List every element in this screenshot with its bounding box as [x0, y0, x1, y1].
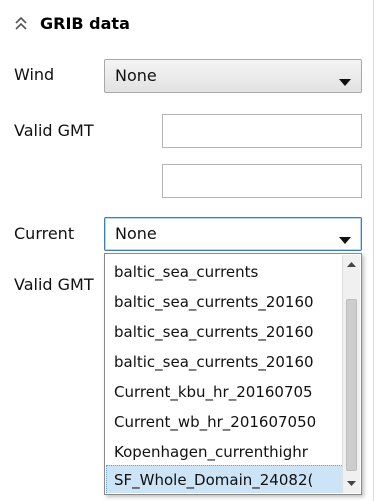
- chevron-double-up-icon[interactable]: [14, 16, 28, 32]
- list-item[interactable]: baltic_sea_currents_20160: [106, 347, 344, 377]
- list-item[interactable]: baltic_sea_currents: [106, 257, 344, 287]
- dropdown-scrollbar[interactable]: [342, 255, 360, 493]
- list-item[interactable]: Kopenhagen_currenthighr: [106, 437, 344, 467]
- list-item[interactable]: Current_kbu_hr_20160705: [106, 377, 344, 407]
- wind-valid-gmt-label: Valid GMT: [14, 121, 94, 140]
- chevron-down-icon: [339, 72, 351, 86]
- wind-valid-gmt-input-2[interactable]: [162, 164, 362, 198]
- wind-label: Wind: [14, 65, 55, 84]
- scroll-down-icon[interactable]: [343, 473, 360, 493]
- list-item[interactable]: baltic_sea_currents_20160: [106, 317, 344, 347]
- dropdown-options: baltic_sea_currents baltic_sea_currents_…: [106, 255, 344, 493]
- current-select-value: None: [115, 224, 157, 243]
- scroll-thumb[interactable]: [346, 299, 357, 471]
- list-item[interactable]: Current_wb_hr_201607050: [106, 407, 344, 437]
- chevron-down-icon: [339, 230, 351, 244]
- wind-select-value: None: [115, 66, 157, 85]
- current-valid-gmt-label: Valid GMT: [14, 275, 94, 294]
- grib-data-panel: GRIB data Wind None Valid GMT Current No…: [0, 0, 374, 501]
- current-label: Current: [14, 224, 75, 243]
- list-item-selected[interactable]: SF_Whole_Domain_24082(: [106, 465, 344, 493]
- list-item[interactable]: baltic_sea_currents_20160: [106, 287, 344, 317]
- panel-title: GRIB data: [40, 14, 130, 33]
- current-select[interactable]: None: [104, 217, 362, 251]
- panel-header[interactable]: GRIB data: [0, 0, 374, 48]
- current-dropdown-list: baltic_sea_currents baltic_sea_currents_…: [104, 253, 362, 495]
- scroll-up-icon[interactable]: [343, 255, 360, 275]
- wind-valid-gmt-input[interactable]: [162, 114, 362, 148]
- wind-select[interactable]: None: [104, 59, 362, 93]
